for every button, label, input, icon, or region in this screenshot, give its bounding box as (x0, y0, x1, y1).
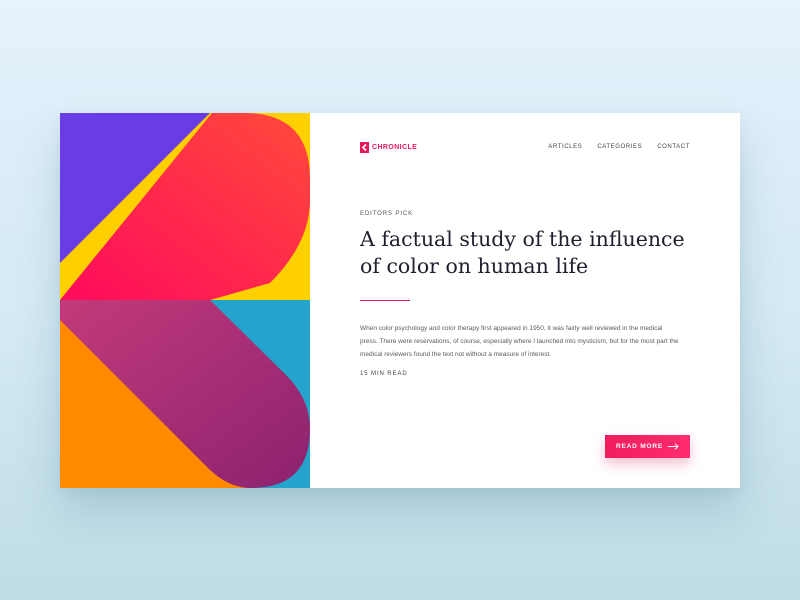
arrow-right-icon (667, 443, 679, 450)
hero-artwork (60, 113, 310, 488)
brand-logo[interactable]: CHRONICLE (360, 142, 417, 153)
title-divider (360, 300, 410, 301)
article-card: CHRONICLE ARTICLES CATEGORIES CONTACT ED… (60, 113, 740, 488)
nav-contact[interactable]: CONTACT (657, 144, 690, 150)
chevron-left-logo-icon (360, 142, 369, 153)
article-title: A factual study of the influence of colo… (360, 227, 685, 278)
main-nav: ARTICLES CATEGORIES CONTACT (548, 144, 690, 150)
nav-categories[interactable]: CATEGORIES (597, 144, 642, 150)
read-time: 15 MIN READ (360, 371, 408, 377)
read-more-button[interactable]: READ MORE (605, 435, 690, 458)
brand-name: CHRONICLE (372, 144, 418, 151)
hero-artwork-graphic (60, 113, 310, 488)
article-kicker: EDITORS PICK (360, 211, 414, 217)
read-more-label: READ MORE (616, 443, 663, 450)
nav-articles[interactable]: ARTICLES (548, 144, 582, 150)
article-content: CHRONICLE ARTICLES CATEGORIES CONTACT ED… (310, 113, 740, 488)
article-excerpt: When color psychology and color therapy … (360, 325, 679, 358)
